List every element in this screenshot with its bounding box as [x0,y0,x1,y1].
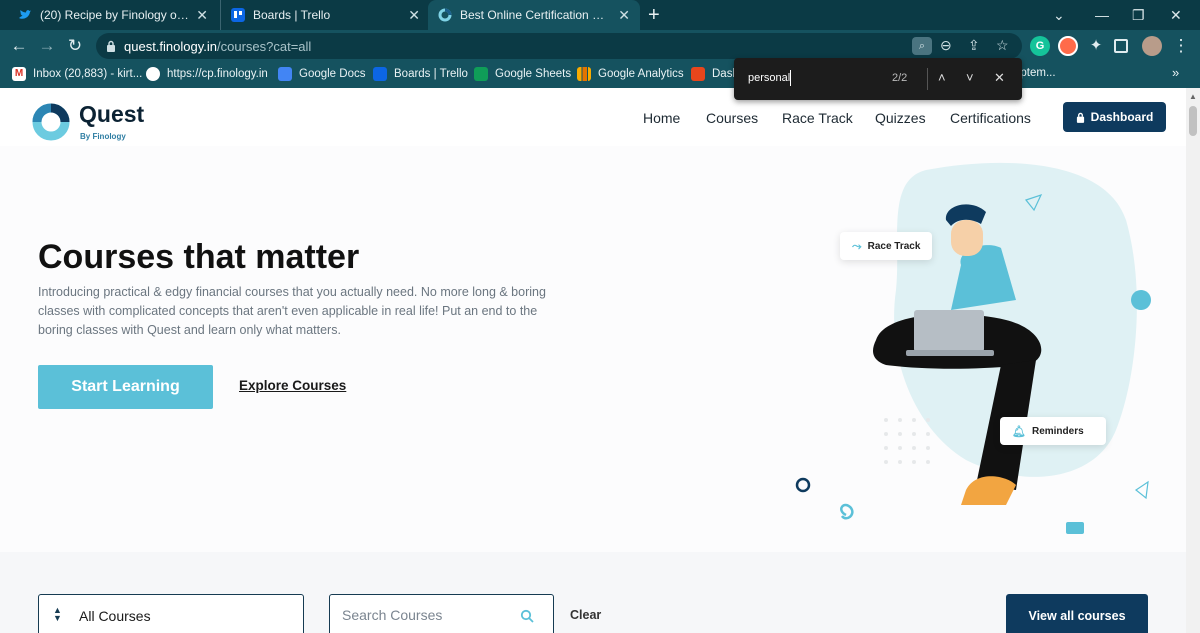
category-select[interactable]: ▲ ▼ All Courses [38,594,304,633]
tab-trello[interactable]: Boards | Trello ✕ [220,0,430,30]
share-icon[interactable]: ⇪ [968,37,980,54]
divider [927,68,928,90]
browser-toolbar: ← → ↻ quest.finology.in/courses?cat=all … [0,30,1200,62]
start-learning-button[interactable]: Start Learning [38,365,213,409]
bookmark-google-analytics[interactable]: Google Analytics [577,67,684,81]
bookmark-gmail[interactable]: M Inbox (20,883) - kirt... [12,67,142,81]
address-bar[interactable]: quest.finology.in/courses?cat=all ⌕ ⊖ ⇪ … [96,33,1022,59]
text-caret [790,70,791,86]
bell-icon: 🔔︎ [1012,425,1026,438]
scroll-up-icon[interactable]: ▲ [1189,92,1197,101]
url-text: quest.finology.in/courses?cat=all [124,39,312,54]
clear-filters-link[interactable]: Clear [570,608,601,622]
reload-icon[interactable]: ↻ [64,35,86,57]
hero-illustration: ⤳ Race Track 🔔︎ Reminders [776,160,1186,606]
close-tab-icon[interactable]: ✕ [408,7,420,24]
globe-icon [146,67,160,81]
close-window-icon[interactable]: ✕ [1170,0,1182,30]
race-track-chip: ⤳ Race Track [840,232,933,260]
dash-icon [691,67,705,81]
side-panel-icon[interactable] [1114,39,1128,53]
quest-logo-icon[interactable] [31,102,71,142]
nav-race-track[interactable]: Race Track [782,110,853,126]
search-box[interactable] [329,594,554,633]
forward-icon[interactable]: → [36,35,58,57]
close-find-icon[interactable]: ✕ [994,70,1005,86]
search-icon[interactable] [520,609,534,628]
bookmark-finology-cp[interactable]: https://cp.finology.in [146,67,268,81]
menu-kebab-icon[interactable]: ⋮ [1170,35,1192,57]
extension-icon[interactable] [1058,36,1078,56]
web-page: Quest By Finology Home Courses Race Trac… [0,88,1186,633]
find-previous-icon[interactable]: ˄ [938,70,946,85]
nav-quizzes[interactable]: Quizzes [875,110,926,126]
new-tab-button[interactable]: + [648,4,660,27]
brand-name[interactable]: Quest [79,101,144,128]
bookmark-google-sheets[interactable]: Google Sheets [474,67,571,81]
bookmark-google-docs[interactable]: Google Docs [278,67,365,81]
trello-icon [373,67,387,81]
restore-icon[interactable]: ❐ [1132,0,1145,30]
twitter-icon [18,8,32,22]
nav-courses[interactable]: Courses [706,110,758,126]
close-tab-icon[interactable]: ✕ [196,7,208,24]
find-match-count: 2/2 [892,72,908,84]
google-docs-icon [278,67,292,81]
minimize-icon[interactable]: — [1095,0,1109,30]
quest-icon [438,8,452,22]
find-next-icon[interactable]: ˅ [966,70,974,85]
gmail-icon: M [12,67,26,81]
bookmark-dash[interactable]: Dash [691,67,739,81]
nav-home[interactable]: Home [643,110,680,126]
bookmark-star-icon[interactable]: ☆ [996,37,1009,54]
sort-arrows-icon: ▲ ▼ [53,605,62,623]
explore-courses-link[interactable]: Explore Courses [239,378,346,393]
tab-title: Boards | Trello [253,8,331,22]
brand-subtitle: By Finology [80,132,126,141]
dashboard-button[interactable]: Dashboard [1063,102,1166,132]
lock-icon [1076,112,1084,123]
person-with-laptop-illustration [795,162,1151,606]
hero-description: Introducing practical & edgy financial c… [38,285,546,337]
google-analytics-icon [577,67,591,81]
extensions-puzzle-icon[interactable]: ✦ [1086,36,1106,56]
hero-title: Courses that matter [38,238,360,276]
nav-certifications[interactable]: Certifications [950,110,1031,126]
course-filters: ▲▼ All Courses Clear View all courses [0,552,1186,633]
tab-strip: (20) Recipe by Finology on Twitte ✕ Boar… [0,0,1200,30]
find-in-page-icon[interactable]: ⌕ [912,37,932,55]
more-bookmarks-icon[interactable]: » [1172,65,1179,80]
scrollbar-thumb[interactable] [1189,106,1197,136]
tab-title: (20) Recipe by Finology on Twitte [40,8,190,22]
find-input[interactable]: personal [748,72,790,84]
google-sheets-icon [474,67,488,81]
page-scrollbar[interactable]: ▲ [1186,88,1200,633]
tab-twitter[interactable]: (20) Recipe by Finology on Twitte ✕ [8,0,218,30]
dashboard-label: Dashboard [1090,110,1154,124]
trello-icon [231,8,245,22]
reminders-chip: 🔔︎ Reminders [1000,417,1106,445]
bookmark-trello[interactable]: Boards | Trello [373,67,468,81]
grammarly-icon[interactable]: G [1030,36,1050,56]
tab-quest-active[interactable]: Best Online Certification Courses ✕ [428,0,640,30]
zoom-icon[interactable]: ⊖ [940,37,952,54]
tab-search-icon[interactable]: ⌄ [1053,0,1065,30]
running-icon: ⤳ [852,238,862,253]
back-icon[interactable]: ← [8,35,30,57]
tab-title: Best Online Certification Courses [460,8,613,22]
view-all-courses-button[interactable]: View all courses [1006,594,1148,633]
profile-avatar[interactable] [1142,36,1162,56]
close-tab-icon[interactable]: ✕ [618,7,630,24]
find-bar: personal 2/2 ˄ ˅ ✕ [734,58,1022,100]
lock-icon[interactable] [106,39,116,57]
category-select-value: All Courses [79,608,151,624]
search-input[interactable] [342,607,512,623]
